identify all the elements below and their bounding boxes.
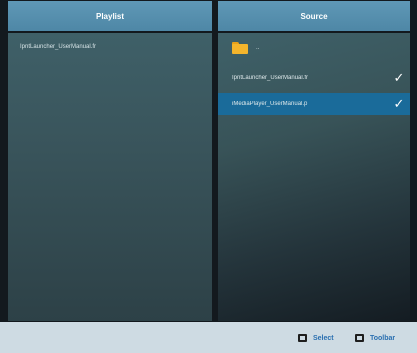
playlist-item[interactable]: IpntLauncher_UserManual.fr bbox=[20, 44, 96, 50]
source-list[interactable]: .. IpntLauncher_UserManual.fr ✓ iMediaPl… bbox=[218, 33, 410, 321]
select-label: Select bbox=[313, 334, 334, 342]
playlist-panel: Playlist IpntLauncher_UserManual.fr bbox=[8, 1, 212, 321]
select-button[interactable]: Select bbox=[298, 334, 334, 342]
source-item[interactable]: IpntLauncher_UserManual.fr ✓ bbox=[218, 67, 410, 89]
source-panel: Source .. IpntLauncher_UserManual.fr ✓ i… bbox=[218, 1, 410, 321]
footer-bar: Select Toolbar bbox=[0, 322, 417, 353]
checkmark-icon[interactable]: ✓ bbox=[388, 96, 410, 112]
source-header[interactable]: Source bbox=[218, 1, 410, 31]
source-item-label: iMediaPlayer_UserManual.p bbox=[232, 101, 308, 107]
toolbar-button[interactable]: Toolbar bbox=[355, 334, 395, 342]
folder-icon bbox=[232, 42, 248, 54]
playlist-header[interactable]: Playlist bbox=[8, 1, 212, 31]
parent-folder-row[interactable]: .. bbox=[232, 39, 259, 57]
parent-folder-label: .. bbox=[256, 45, 260, 51]
source-item-label: IpntLauncher_UserManual.fr bbox=[232, 75, 309, 81]
file-browser-screen: Playlist IpntLauncher_UserManual.fr Sour… bbox=[0, 0, 417, 353]
select-button-icon bbox=[298, 334, 307, 342]
checkmark-icon[interactable]: ✓ bbox=[388, 70, 410, 86]
playlist-list[interactable]: IpntLauncher_UserManual.fr bbox=[8, 33, 212, 321]
source-item-selected[interactable]: iMediaPlayer_UserManual.p ✓ bbox=[218, 93, 410, 115]
toolbar-label: Toolbar bbox=[370, 334, 396, 342]
toolbar-button-icon bbox=[355, 334, 364, 342]
